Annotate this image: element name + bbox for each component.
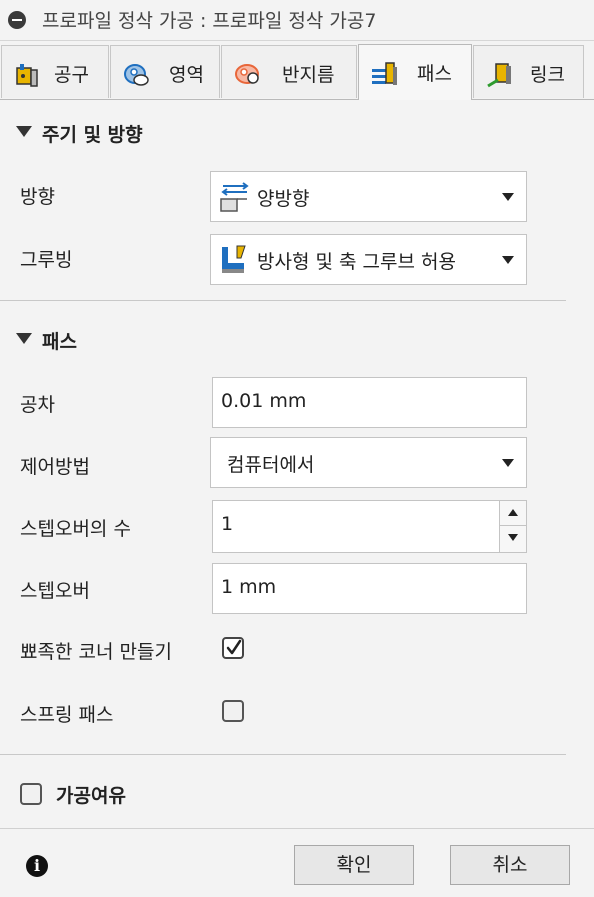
section-divider <box>0 754 566 755</box>
spring-pass-checkbox[interactable] <box>222 700 244 722</box>
chevron-down-icon <box>502 193 514 201</box>
chevron-down-icon <box>502 459 514 467</box>
stepover-label: 스텝오버 <box>20 580 90 602</box>
tool-icon <box>16 64 38 87</box>
tab-passes-label: 패스 <box>417 63 452 85</box>
decrement-button[interactable] <box>500 526 526 550</box>
stepover-input[interactable]: 1 mm <box>212 563 527 614</box>
ok-button[interactable]: 확인 <box>294 845 414 885</box>
compensation-dropdown[interactable]: 컴퓨터에서 <box>210 437 527 488</box>
collapse-triangle-icon[interactable] <box>16 126 32 137</box>
section-cycle-title: 주기 및 방향 <box>42 124 143 146</box>
direction-label: 방향 <box>20 186 55 208</box>
stepovers-stepper[interactable]: 1 <box>212 500 527 553</box>
spring-pass-label: 스프링 패스 <box>20 704 114 726</box>
tab-linking-label: 링크 <box>530 64 565 86</box>
sharp-corners-checkbox[interactable] <box>222 637 244 659</box>
tab-passes[interactable]: 패스 <box>358 44 472 100</box>
dialog-footer: i 확인 취소 <box>0 828 594 897</box>
grooving-label: 그루빙 <box>20 249 73 271</box>
stepovers-value: 1 <box>221 513 234 535</box>
area-icon <box>124 64 149 86</box>
tab-bar: 공구 영역 반지름 패스 링크 <box>0 41 594 100</box>
cancel-button[interactable]: 취소 <box>450 845 570 885</box>
increment-button[interactable] <box>500 501 526 526</box>
tab-area-label: 영역 <box>169 64 204 86</box>
dialog-titlebar: 프로파일 정삭 가공 : 프로파일 정삭 가공7 <box>0 0 594 41</box>
section-passes-title: 패스 <box>42 331 77 353</box>
sharp-corners-label: 뾰족한 코너 만들기 <box>20 641 172 663</box>
direction-value: 양방향 <box>257 188 310 210</box>
section-passes-header[interactable]: 패스 <box>0 323 594 359</box>
tab-tool-label: 공구 <box>54 64 89 86</box>
info-icon[interactable]: i <box>26 855 48 877</box>
tab-radius-label: 반지름 <box>282 64 335 86</box>
grooving-dropdown[interactable]: 방사형 및 축 그루브 허용 <box>210 234 527 285</box>
stock-to-leave-checkbox[interactable] <box>20 783 42 805</box>
tolerance-input[interactable]: 0.01 mm <box>212 377 527 428</box>
tolerance-value: 0.01 mm <box>221 390 307 412</box>
compensation-value: 컴퓨터에서 <box>227 454 315 476</box>
dialog-title: 프로파일 정삭 가공 : 프로파일 정삭 가공7 <box>42 10 377 32</box>
grooving-icon <box>222 245 246 273</box>
collapse-icon[interactable] <box>8 11 26 29</box>
grooving-value: 방사형 및 축 그루브 허용 <box>257 251 456 273</box>
section-cycle-header[interactable]: 주기 및 방향 <box>0 116 594 152</box>
tab-linking[interactable]: 링크 <box>473 45 584 98</box>
stock-to-leave-label: 가공여유 <box>56 785 126 807</box>
compensation-label: 제어방법 <box>20 456 90 478</box>
collapse-triangle-icon[interactable] <box>16 333 32 344</box>
tab-tool[interactable]: 공구 <box>1 45 109 98</box>
stepovers-label: 스텝오버의 수 <box>20 518 131 540</box>
bidirectional-icon <box>220 182 249 212</box>
checkmark-icon <box>226 639 242 655</box>
chevron-down-icon <box>502 256 514 264</box>
linking-icon <box>487 63 511 88</box>
tab-radius[interactable]: 반지름 <box>221 45 357 98</box>
section-divider <box>0 300 566 301</box>
tolerance-label: 공차 <box>20 394 55 416</box>
tab-area[interactable]: 영역 <box>110 45 220 98</box>
radius-icon <box>235 64 259 84</box>
direction-dropdown[interactable]: 양방향 <box>210 171 527 222</box>
stepover-value: 1 mm <box>221 576 277 598</box>
stepper-control <box>499 501 526 552</box>
passes-icon <box>372 62 397 85</box>
